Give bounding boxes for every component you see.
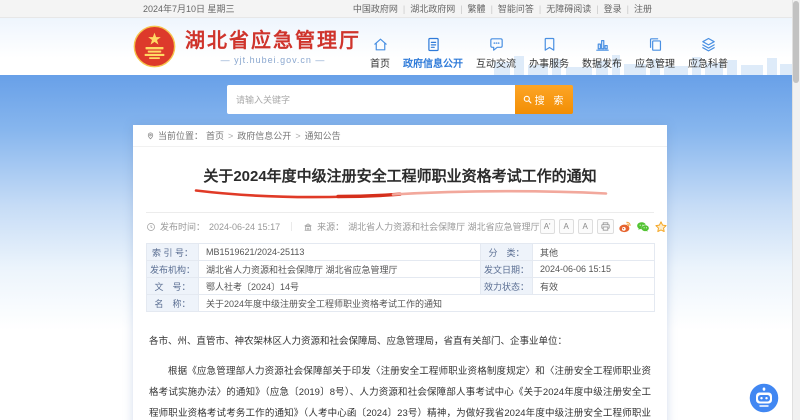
- source-label: 来源：: [317, 220, 344, 233]
- nav-label: 首页: [370, 55, 390, 70]
- nav-item-science[interactable]: 应急科普: [688, 36, 728, 70]
- article-title: 关于2024年度中级注册安全工程师职业资格考试工作的通知: [133, 165, 667, 186]
- share-wechat-button[interactable]: [636, 220, 650, 234]
- current-date: 2024年7月10日 星期三: [143, 2, 235, 15]
- publish-time: 2024-06-24 15:17: [209, 222, 280, 232]
- index-number-label: 索 引 号：: [147, 244, 199, 261]
- validity-value: 有效: [533, 278, 655, 295]
- national-emblem-icon: [133, 25, 176, 68]
- site-url: — yjt.hubei.gov.cn —: [185, 55, 361, 65]
- building-icon: [303, 222, 313, 232]
- site-search: 搜 索: [227, 85, 573, 114]
- article-meta-row: 发布时间： 2024-06-24 15:17 ｜ 来源： 湖北省人力资源和社会保障厅…: [133, 213, 667, 241]
- table-row: 文 号： 鄂人社考〔2024〕14号 效力状态： 有效: [147, 278, 655, 295]
- source-value: 湖北省人力资源和社会保障厅 湖北省应急管理厅: [348, 220, 540, 233]
- toplink-hubei-gov[interactable]: 湖北政府网: [405, 2, 460, 15]
- chat-icon: [488, 36, 505, 53]
- nav-item-gov-info[interactable]: 政府信息公开: [403, 36, 463, 70]
- wechat-icon: [636, 220, 650, 234]
- nav-item-services[interactable]: 办事服务: [529, 36, 569, 70]
- search-button-label: 搜 索: [535, 92, 567, 107]
- clock-icon: [146, 222, 156, 232]
- breadcrumb-item-home[interactable]: 首页: [206, 129, 224, 142]
- layers-icon: [700, 36, 717, 53]
- weibo-icon: [618, 220, 632, 234]
- page-background: 搜 索 当前位置： 首页 > 政府信息公开 > 通知公告 关于2024年度中级注…: [0, 75, 800, 420]
- scrollbar-thumb[interactable]: [793, 1, 799, 83]
- document-icon: [425, 36, 442, 53]
- font-size-small-button[interactable]: A: [578, 219, 593, 234]
- red-underline-decoration: [188, 187, 612, 200]
- location-pin-icon: [146, 131, 155, 140]
- document-meta-table: 索 引 号： MB1519621/2024-25113 分 类： 其他 发布机构…: [146, 243, 655, 312]
- breadcrumb-separator: >: [227, 131, 234, 141]
- breadcrumb-item-gov-info[interactable]: 政府信息公开: [237, 129, 291, 142]
- doc-number-label: 文 号：: [147, 278, 199, 295]
- magnifier-icon: [522, 94, 533, 105]
- nav-item-data-release[interactable]: 数据发布: [582, 36, 622, 70]
- pages-icon: [647, 36, 664, 53]
- nav-item-home[interactable]: 首页: [370, 36, 390, 70]
- toplink-register[interactable]: 注册: [629, 2, 657, 15]
- site-header: 湖北省应急管理厅 — yjt.hubei.gov.cn — 首页 政府信息公开 …: [0, 18, 800, 75]
- article-card: 当前位置： 首页 > 政府信息公开 > 通知公告 关于2024年度中级注册安全工…: [133, 125, 667, 420]
- bar-chart-icon: [594, 36, 611, 53]
- nav-label: 数据发布: [582, 55, 622, 70]
- category-value: 其他: [533, 244, 655, 261]
- search-input[interactable]: [227, 85, 515, 114]
- table-row: 索 引 号： MB1519621/2024-25113 分 类： 其他: [147, 244, 655, 261]
- doc-number-value: 鄂人社考〔2024〕14号: [199, 278, 481, 295]
- search-button[interactable]: 搜 索: [515, 85, 573, 114]
- doc-title-value: 关于2024年度中级注册安全工程师职业资格考试工作的通知: [199, 295, 655, 312]
- meta-separator: ｜: [284, 220, 299, 233]
- home-icon: [372, 36, 389, 53]
- body-paragraph: 各市、州、直管市、神农架林区人力资源和社会保障局、应急管理局，省直有关部门、企事…: [149, 331, 651, 352]
- toplink-accessibility[interactable]: 无障碍阅读: [541, 2, 596, 15]
- site-logo[interactable]: 湖北省应急管理厅 — yjt.hubei.gov.cn —: [133, 25, 361, 68]
- breadcrumb-label: 当前位置：: [158, 129, 203, 142]
- breadcrumb: 当前位置： 首页 > 政府信息公开 > 通知公告: [133, 125, 667, 147]
- print-button[interactable]: [597, 219, 614, 234]
- scrollbar-track[interactable]: [792, 0, 800, 420]
- nav-label: 政府信息公开: [403, 55, 463, 70]
- category-label: 分 类：: [481, 244, 533, 261]
- article-body: 各市、州、直管市、神农架林区人力资源和社会保障局、应急管理局，省直有关部门、企事…: [133, 312, 667, 420]
- index-number-value: MB1519621/2024-25113: [199, 244, 481, 261]
- issuing-agency-value: 湖北省人力资源和社会保障厅 湖北省应急管理厅: [199, 261, 481, 278]
- validity-label: 效力状态：: [481, 278, 533, 295]
- nav-label: 应急管理: [635, 55, 675, 70]
- nav-item-emergency-mgmt[interactable]: 应急管理: [635, 36, 675, 70]
- doc-title-label: 名 称：: [147, 295, 199, 312]
- star-favorite-icon: [654, 220, 668, 234]
- breadcrumb-item-notices[interactable]: 通知公告: [305, 129, 341, 142]
- nav-item-interaction[interactable]: 互动交流: [476, 36, 516, 70]
- toplink-smart-qa[interactable]: 智能问答: [493, 2, 539, 15]
- share-weibo-button[interactable]: [618, 220, 632, 234]
- main-navigation: 首页 政府信息公开 互动交流 办事服务 数据发布 应急管理 应急科普: [370, 36, 728, 70]
- body-paragraph: 根据《应急管理部人力资源社会保障部关于印发〈注册安全工程师职业资格制度规定〉和〈…: [149, 361, 651, 420]
- font-size-large-button[interactable]: A': [540, 219, 555, 234]
- font-size-medium-button[interactable]: A: [559, 219, 574, 234]
- breadcrumb-separator: >: [294, 131, 301, 141]
- table-row: 发布机构： 湖北省人力资源和社会保障厅 湖北省应急管理厅 发文日期： 2024-…: [147, 261, 655, 278]
- nav-label: 办事服务: [529, 55, 569, 70]
- issuing-agency-label: 发布机构：: [147, 261, 199, 278]
- publish-time-label: 发布时间：: [160, 220, 205, 233]
- chatbot-robot-icon[interactable]: [748, 382, 780, 414]
- toplink-china-gov[interactable]: 中国政府网: [348, 2, 403, 15]
- issue-date-label: 发文日期：: [481, 261, 533, 278]
- toplink-login[interactable]: 登录: [599, 2, 627, 15]
- site-name: 湖北省应急管理厅: [185, 29, 361, 53]
- nav-label: 应急科普: [688, 55, 728, 70]
- bookmark-icon: [541, 36, 558, 53]
- top-utility-bar: 2024年7月10日 星期三 中国政府网| 湖北政府网| 繁體| 智能问答| 无…: [0, 0, 800, 18]
- favorite-button[interactable]: [654, 220, 668, 234]
- nav-label: 互动交流: [476, 55, 516, 70]
- table-row: 名 称： 关于2024年度中级注册安全工程师职业资格考试工作的通知: [147, 295, 655, 312]
- printer-icon: [600, 221, 611, 232]
- issue-date-value: 2024-06-06 15:15: [533, 261, 655, 278]
- toplink-traditional-chinese[interactable]: 繁體: [463, 2, 491, 15]
